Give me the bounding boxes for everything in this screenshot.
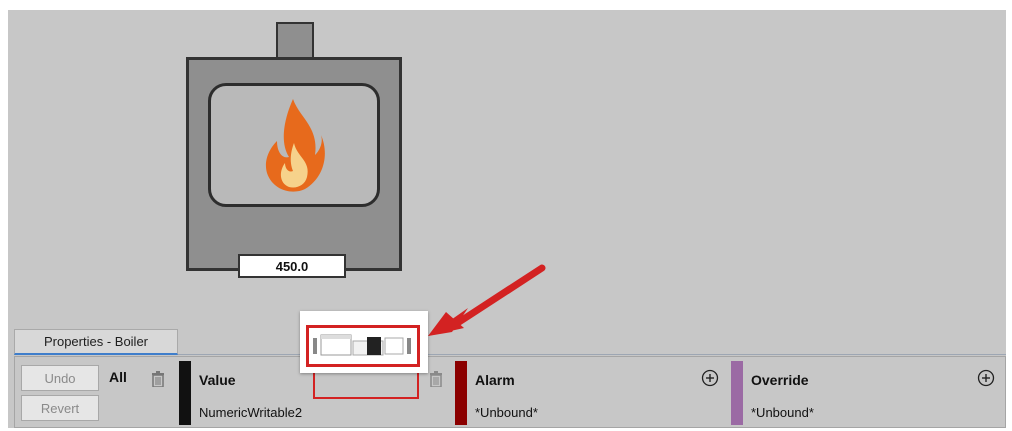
alarm-slot-color-bar xyxy=(455,361,467,425)
alarm-slot-binding: *Unbound* xyxy=(475,405,538,420)
drag-source-highlight xyxy=(313,373,419,399)
undo-button[interactable]: Undo xyxy=(21,365,99,391)
properties-panel: Undo Revert All Value NumericWritable2 A… xyxy=(14,356,1006,428)
value-slot-binding: NumericWritable2 xyxy=(199,405,303,420)
override-slot-binding: *Unbound* xyxy=(751,405,814,420)
drag-preview-highlight xyxy=(306,325,420,367)
delete-all-icon[interactable] xyxy=(151,371,165,387)
override-slot[interactable]: Override *Unbound* xyxy=(731,361,1001,425)
alarm-slot[interactable]: Alarm *Unbound* xyxy=(455,361,727,425)
alarm-slot-title: Alarm xyxy=(475,372,515,388)
add-override-icon[interactable] xyxy=(977,369,995,387)
properties-tabbar: Properties - Boiler xyxy=(14,327,1006,355)
override-slot-color-bar xyxy=(731,361,743,425)
tab-properties-boiler[interactable]: Properties - Boiler xyxy=(14,329,178,355)
boiler-value-label[interactable]: 450.0 xyxy=(238,254,346,278)
value-slot-title: Value xyxy=(199,372,236,388)
override-slot-title: Override xyxy=(751,372,809,388)
add-alarm-icon[interactable] xyxy=(701,369,719,387)
boiler-window xyxy=(208,83,380,207)
all-label: All xyxy=(109,369,127,385)
slider-widget-icon xyxy=(313,334,411,356)
revert-button[interactable]: Revert xyxy=(21,395,99,421)
boiler-chimney xyxy=(276,22,314,60)
value-slot-color-bar xyxy=(179,361,191,425)
flame-icon xyxy=(265,99,325,192)
delete-value-icon[interactable] xyxy=(429,371,443,387)
